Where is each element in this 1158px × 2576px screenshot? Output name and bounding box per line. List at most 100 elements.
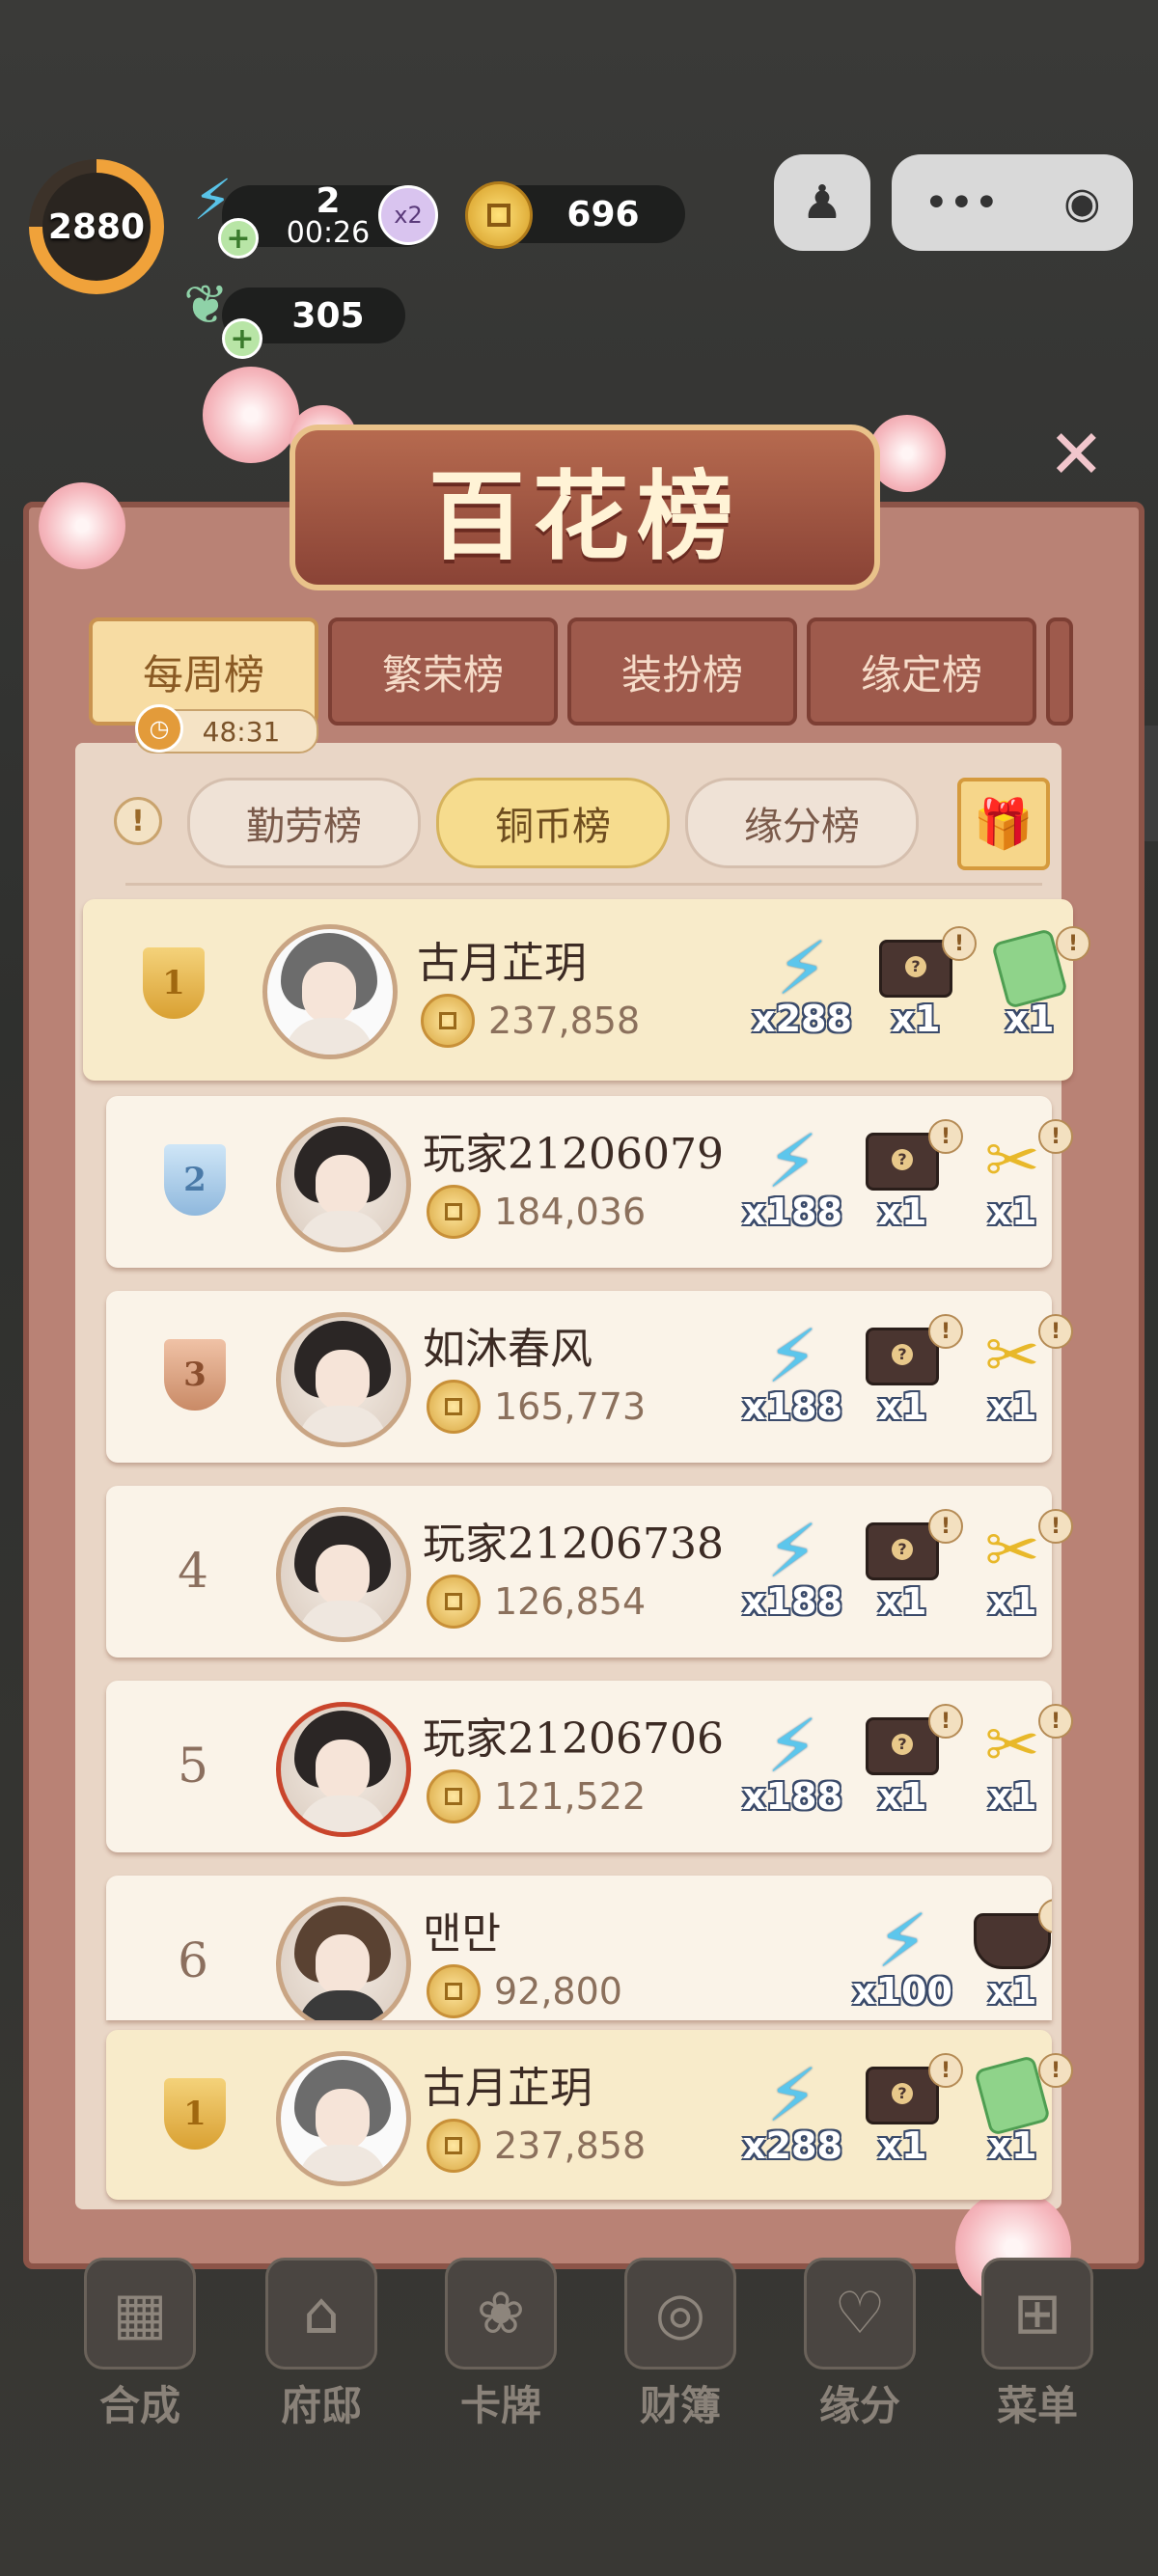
coin-icon bbox=[427, 1964, 481, 2018]
reward-chest[interactable]: ! x1 bbox=[849, 1314, 963, 1428]
heart-icon: ♡ bbox=[804, 2258, 916, 2370]
reward-count: x188 bbox=[742, 1191, 842, 1233]
coin-icon bbox=[427, 2119, 481, 2173]
reward-chest[interactable]: ! x1 bbox=[849, 2053, 963, 2167]
avatar-framed[interactable] bbox=[276, 1702, 411, 1837]
reward-chest[interactable]: ! x1 bbox=[849, 1704, 963, 1818]
nav-cards[interactable]: ❀ 卡牌 bbox=[428, 2258, 573, 2429]
reward-energy[interactable]: ⚡ x188 bbox=[739, 1320, 845, 1429]
energy-icon: ⚡ bbox=[766, 1508, 818, 1594]
reward-count: x288 bbox=[752, 998, 852, 1040]
energy-plus-button[interactable]: + bbox=[218, 218, 259, 259]
reward-jade-tag[interactable]: ! x1 bbox=[959, 2053, 1073, 2167]
reward-scissors[interactable]: ✂! x1 bbox=[959, 1509, 1073, 1623]
table-row[interactable]: 2 玩家21206079 184,036 ⚡x188 ! x1 ✂! x1 bbox=[106, 1096, 1073, 1268]
avatar[interactable] bbox=[276, 1312, 411, 1447]
info-icon[interactable]: ! bbox=[114, 797, 162, 845]
avatar[interactable] bbox=[276, 2051, 411, 2186]
info-icon[interactable]: ! bbox=[1038, 2053, 1073, 2088]
info-icon[interactable]: ! bbox=[1038, 1314, 1073, 1349]
reward-energy[interactable]: ⚡ x288 bbox=[739, 2059, 845, 2168]
energy-value: 2 bbox=[316, 181, 341, 221]
jade-icon: ❦ bbox=[183, 274, 229, 337]
reward-scissors[interactable]: ✂! x1 bbox=[959, 1314, 1073, 1428]
tab-prosperity[interactable]: 繁荣榜 bbox=[328, 617, 558, 726]
info-icon[interactable]: ! bbox=[928, 1119, 963, 1154]
rank-badge-bronze: 3 bbox=[164, 1339, 226, 1411]
gift-icon[interactable]: 🎁 bbox=[957, 778, 1050, 870]
score-value: 184,036 bbox=[494, 1191, 647, 1233]
player-name: 맨만 bbox=[423, 1909, 501, 1959]
info-icon[interactable]: ! bbox=[928, 1704, 963, 1739]
nav-affinity[interactable]: ♡ 缘分 bbox=[787, 2258, 932, 2429]
reward-count: x1 bbox=[877, 1385, 927, 1428]
chest-icon bbox=[866, 1328, 939, 1385]
reward-energy[interactable]: ⚡ x188 bbox=[739, 1710, 845, 1819]
coin-icon bbox=[427, 1575, 481, 1629]
player-score: 237,858 bbox=[421, 994, 640, 1048]
reward-chest[interactable]: ! x1 bbox=[863, 926, 977, 1040]
info-icon[interactable]: ! bbox=[942, 926, 977, 961]
tab-more-edge[interactable] bbox=[1046, 617, 1073, 726]
info-icon[interactable]: ! bbox=[1038, 1509, 1073, 1544]
coin-icon bbox=[427, 1380, 481, 1434]
rank-badge-gold: 1 bbox=[143, 947, 205, 1019]
info-icon[interactable]: ! bbox=[928, 2053, 963, 2088]
nav-merge[interactable]: ▦ 合成 bbox=[68, 2258, 212, 2429]
scissors-icon: ✂ bbox=[984, 1513, 1040, 1589]
info-icon[interactable]: ! bbox=[1038, 1704, 1073, 1739]
score-value: 237,858 bbox=[494, 2124, 647, 2167]
blossom-decoration bbox=[868, 415, 946, 492]
nav-ledger[interactable]: ◎ 财簿 bbox=[608, 2258, 753, 2429]
table-row[interactable]: 6 맨만 92,800 ⚡x100 !x1 bbox=[106, 1876, 1052, 2020]
jade-plus-button[interactable]: + bbox=[222, 318, 262, 359]
level-ring[interactable]: 2880 bbox=[29, 159, 164, 294]
board-title-plaque: 百花榜 bbox=[290, 425, 880, 590]
blossom-decoration bbox=[39, 482, 125, 569]
close-icon[interactable]: ✕ bbox=[1048, 415, 1105, 494]
subtab-coins[interactable]: 铜币榜 bbox=[436, 778, 670, 868]
reward-count: x1 bbox=[987, 1970, 1037, 2013]
reward-chest[interactable]: ! x1 bbox=[849, 1119, 963, 1233]
reward-energy[interactable]: ⚡ x188 bbox=[739, 1508, 845, 1624]
house-icon: ⌂ bbox=[265, 2258, 377, 2370]
level-value: 2880 bbox=[47, 206, 146, 247]
my-rank-row[interactable]: 1 古月芷玥 237,858 ⚡x288 ! x1 ! x1 bbox=[106, 2030, 1073, 2200]
avatar[interactable] bbox=[276, 1897, 411, 2020]
joystick-button[interactable]: ♟ bbox=[774, 154, 870, 251]
avatar[interactable] bbox=[262, 924, 398, 1059]
reward-count: x188 bbox=[742, 1775, 842, 1818]
info-icon[interactable]: ! bbox=[928, 1314, 963, 1349]
info-icon[interactable]: ! bbox=[1038, 1119, 1073, 1154]
reward-energy[interactable]: ⚡ x288 bbox=[749, 932, 855, 1041]
player-name: 古月芷玥 bbox=[417, 939, 587, 988]
reward-scissors[interactable]: ✂! x1 bbox=[959, 1119, 1073, 1233]
tab-fate[interactable]: 缘定榜 bbox=[807, 617, 1036, 726]
more-icon[interactable]: ••• bbox=[924, 178, 999, 228]
avatar[interactable] bbox=[276, 1117, 411, 1252]
nav-mansion[interactable]: ⌂ 府邸 bbox=[249, 2258, 394, 2429]
nav-menu[interactable]: ⊞ 菜单 bbox=[965, 2258, 1110, 2429]
chest-icon bbox=[866, 1522, 939, 1580]
subtab-affinity[interactable]: 缘分榜 bbox=[685, 778, 919, 868]
reward-energy[interactable]: ⚡ x188 bbox=[739, 1125, 845, 1234]
table-row[interactable]: 3 如沐春风 165,773 ⚡x188 ! x1 ✂! x1 bbox=[106, 1291, 1073, 1463]
player-name: 玩家21206706 bbox=[423, 1714, 724, 1764]
reward-jade-tag[interactable]: ! x1 bbox=[977, 926, 1090, 1040]
info-icon[interactable]: ! bbox=[928, 1509, 963, 1544]
multiplier-badge[interactable]: x2 bbox=[378, 185, 438, 245]
table-row[interactable]: 4 玩家21206738 126,854 ⚡x188 ! x1 ✂! x1 bbox=[106, 1486, 1073, 1658]
subtab-diligence[interactable]: 勤劳榜 bbox=[187, 778, 421, 868]
coin-icon bbox=[421, 994, 475, 1048]
info-icon[interactable]: ! bbox=[1056, 926, 1090, 961]
reward-chest[interactable]: ! x1 bbox=[849, 1509, 963, 1623]
reward-scissors[interactable]: ✂! x1 bbox=[959, 1704, 1073, 1818]
target-icon[interactable]: ◉ bbox=[1063, 178, 1100, 228]
reward-energy[interactable]: ⚡ x100 bbox=[849, 1905, 955, 2014]
table-row[interactable]: 5 玩家21206706 121,522 ⚡x188 ! x1 ✂! x1 bbox=[106, 1681, 1073, 1852]
score-value: 121,522 bbox=[494, 1775, 647, 1818]
reward-pot[interactable]: !x1 bbox=[959, 1899, 1052, 2013]
tab-dressup[interactable]: 装扮榜 bbox=[567, 617, 797, 726]
table-row[interactable]: 1 古月芷玥 237,858 ⚡x288 ! x1 ! x1 bbox=[83, 899, 1090, 1081]
avatar[interactable] bbox=[276, 1507, 411, 1642]
